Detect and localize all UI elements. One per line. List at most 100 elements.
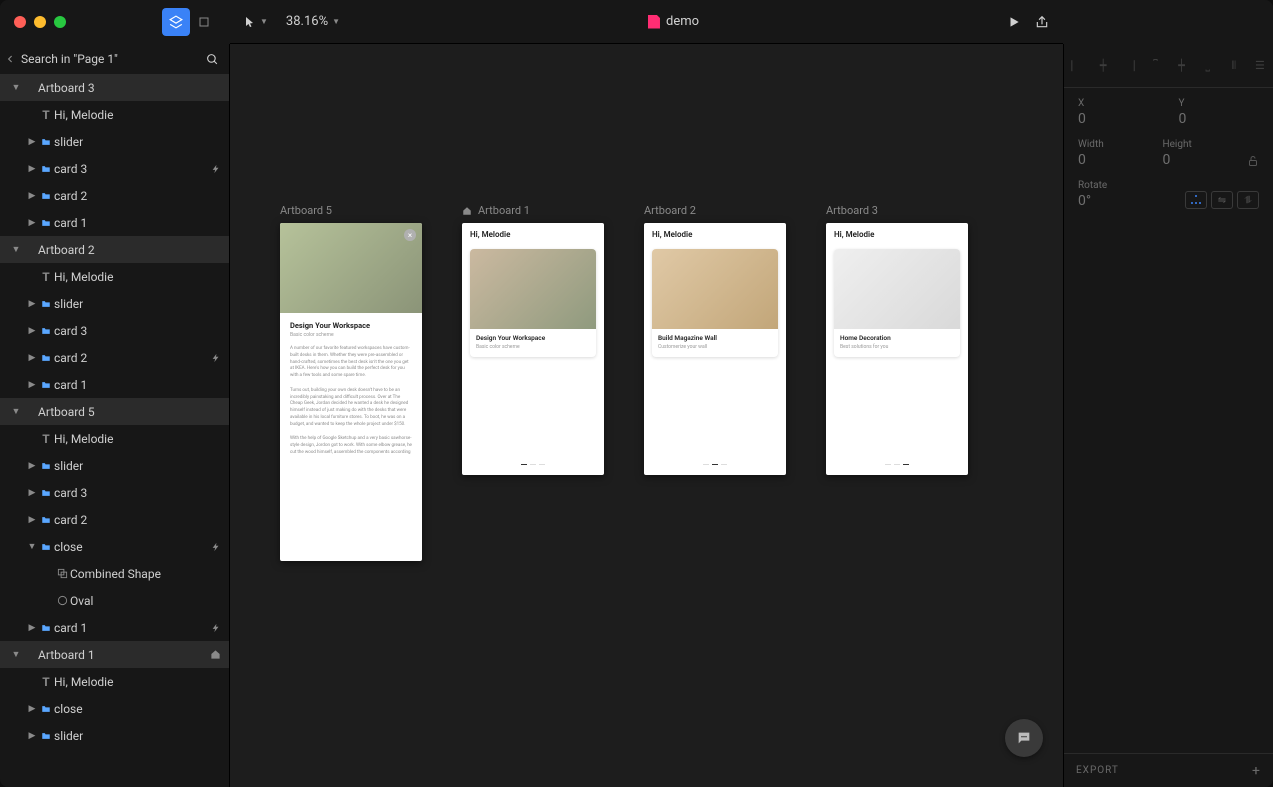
layer-row[interactable]: ▼Artboard 3 [0,74,229,101]
disclosure-icon[interactable]: ▶ [26,623,38,633]
card-subtitle: Best solutions for you [840,344,954,350]
card[interactable]: Build Magazine WallCustomerize your wall [652,249,778,357]
disclosure-icon[interactable]: ▶ [26,299,38,309]
zoom-window-button[interactable] [54,16,66,28]
x-value[interactable]: 0 [1078,111,1159,127]
layer-row[interactable]: ▼close [0,533,229,560]
layer-row[interactable]: ▶card 3 [0,317,229,344]
disclosure-icon[interactable]: ▼ [10,82,22,93]
layer-row[interactable]: ▶card 3 [0,155,229,182]
disclosure-icon[interactable]: ▼ [26,541,38,552]
layer-row[interactable]: ▶slider [0,722,229,749]
layer-row[interactable]: ▶slider [0,128,229,155]
disclosure-icon[interactable]: ▶ [26,380,38,390]
zoom-level[interactable]: 38.16% ▼ [286,14,340,29]
disclosure-icon[interactable]: ▶ [26,488,38,498]
layer-row[interactable]: ▶card 2 [0,506,229,533]
distribute-v-icon[interactable]: ☰ [1252,58,1268,74]
height-value[interactable]: 0 [1163,152,1228,168]
greeting: Hi, Melodie [470,230,596,239]
width-value[interactable]: 0 [1078,152,1143,168]
layer-row[interactable]: ▼Artboard 1 [0,641,229,668]
align-center-v-icon[interactable]: ┿ [1174,58,1190,74]
artboard-label[interactable]: Artboard 2 [644,204,786,217]
rotate-value[interactable]: 0° [1078,193,1107,209]
chat-fab[interactable] [1005,719,1043,757]
y-value[interactable]: 0 [1179,111,1260,127]
distribute-h-icon[interactable]: ⫴ [1226,58,1242,74]
disclosure-icon[interactable]: ▼ [10,649,22,660]
flip-horizontal-button[interactable]: ⇋ [1211,191,1233,209]
artboard-label[interactable]: Artboard 5 [280,204,422,217]
layer-row[interactable]: Combined Shape [0,560,229,587]
search-row[interactable]: Search in "Page 1" [0,44,229,74]
layer-row[interactable]: Oval [0,587,229,614]
disclosure-icon[interactable]: ▼ [10,406,22,417]
close-window-button[interactable] [14,16,26,28]
layer-row[interactable]: ▶close [0,695,229,722]
card[interactable]: Design Your WorkspaceBasic color scheme [470,249,596,357]
layer-list[interactable]: ▼Artboard 3THi, Melodie▶slider▶card 3▶ca… [0,74,229,787]
close-icon[interactable]: × [404,229,416,241]
select-tool[interactable]: ▼ [244,15,268,29]
disclosure-icon[interactable]: ▶ [26,191,38,201]
canvas[interactable]: Artboard 5×Design Your WorkspaceBasic co… [230,44,1063,787]
play-button[interactable] [1007,15,1021,29]
layers-tab[interactable] [162,8,190,36]
layer-row[interactable]: THi, Melodie [0,668,229,695]
disclosure-icon[interactable]: ▶ [26,731,38,741]
layer-row[interactable]: THi, Melodie [0,101,229,128]
layer-label: slider [54,297,221,311]
align-right-icon[interactable]: ⎹ [1121,58,1137,74]
disclosure-icon[interactable]: ▶ [26,164,38,174]
export-section[interactable]: EXPORT + [1064,753,1273,787]
layer-row[interactable]: THi, Melodie [0,425,229,452]
artboard-label[interactable]: Artboard 1 [462,204,604,217]
add-export-button[interactable]: + [1252,763,1261,779]
artboard[interactable]: Hi, MelodieHome DecorationBest solutions… [826,223,968,475]
artboard[interactable]: Hi, Melodie Design Your WorkspaceBasic co… [462,223,604,475]
align-bottom-icon[interactable]: ⎵ [1200,58,1216,74]
layer-label: card 1 [54,378,221,392]
layer-row[interactable]: ▶card 1 [0,209,229,236]
layer-row[interactable]: ▼Artboard 2 [0,236,229,263]
card-image [834,249,960,329]
layer-row[interactable]: ▶card 2 [0,344,229,371]
flip-vertical-button[interactable]: ⥮ [1237,191,1259,209]
disclosure-icon[interactable]: ▶ [26,326,38,336]
layer-row[interactable]: ▶card 1 [0,614,229,641]
lock-aspect-icon[interactable] [1247,139,1259,168]
artboard[interactable]: ×Design Your WorkspaceBasic color scheme… [280,223,422,561]
minimize-window-button[interactable] [34,16,46,28]
search-input[interactable]: Search in "Page 1" [21,52,118,66]
combined-shape-icon [54,568,70,579]
chevron-down-icon: ▼ [332,17,340,26]
align-top-icon[interactable]: ⎴ [1147,58,1163,74]
disclosure-icon[interactable]: ▶ [26,218,38,228]
back-icon[interactable] [6,53,15,65]
search-icon[interactable] [206,53,219,66]
layer-row[interactable]: ▶card 3 [0,479,229,506]
layer-row[interactable]: THi, Melodie [0,263,229,290]
align-center-h-icon[interactable]: ┿ [1095,58,1111,74]
card[interactable]: Home DecorationBest solutions for you [834,249,960,357]
layer-row[interactable]: ▶ card 1 [0,371,229,398]
flip-none-button[interactable] [1185,191,1207,209]
disclosure-icon[interactable]: ▶ [26,353,38,363]
disclosure-icon[interactable]: ▶ [26,137,38,147]
artboard[interactable]: Hi, MelodieBuild Magazine WallCustomeriz… [644,223,786,475]
layer-row[interactable]: ▶slider [0,452,229,479]
bolt-icon [207,352,221,364]
document-name[interactable]: demo [666,14,699,29]
layer-row[interactable]: ▼Artboard 5 [0,398,229,425]
layer-row[interactable]: ▶ slider [0,290,229,317]
disclosure-icon[interactable]: ▶ [26,515,38,525]
align-left-icon[interactable]: ⎸ [1069,58,1085,74]
disclosure-icon[interactable]: ▶ [26,461,38,471]
disclosure-icon[interactable]: ▼ [10,244,22,255]
components-tab[interactable] [190,8,218,36]
disclosure-icon[interactable]: ▶ [26,704,38,714]
share-button[interactable] [1035,15,1049,29]
layer-row[interactable]: ▶card 2 [0,182,229,209]
artboard-label[interactable]: Artboard 3 [826,204,968,217]
